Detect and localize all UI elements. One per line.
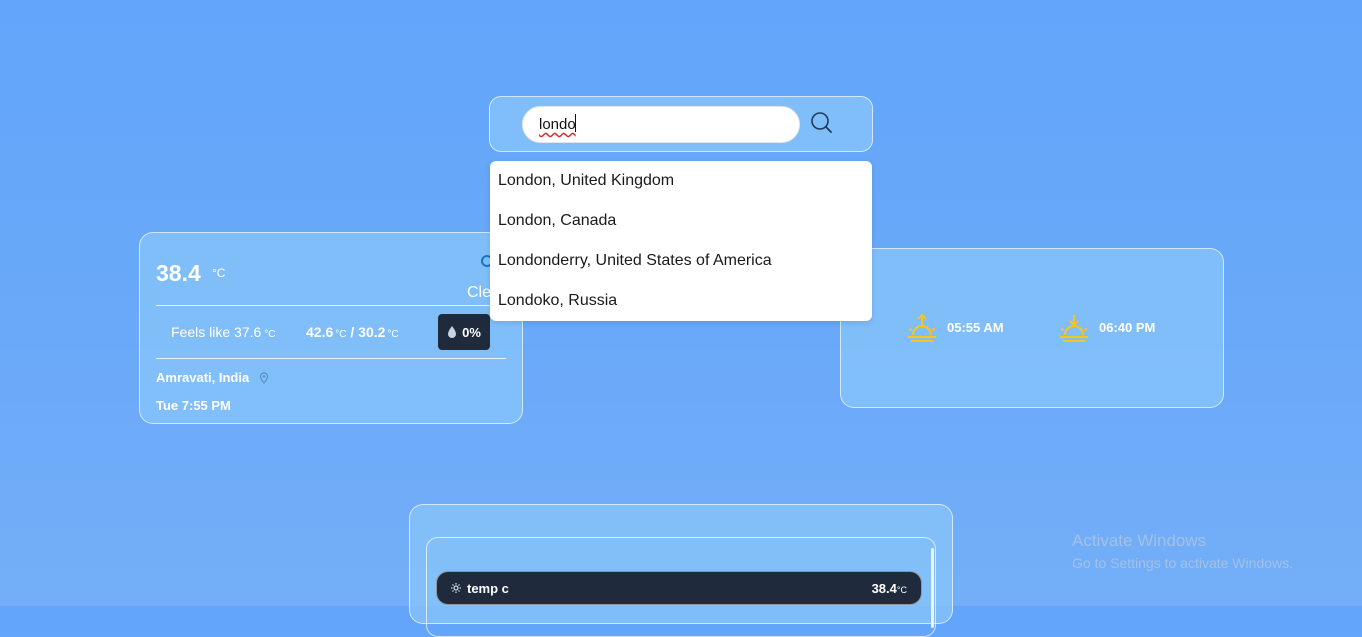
feels-like-unit: °C	[264, 329, 276, 340]
current-temperature: 38.4	[156, 260, 201, 286]
local-datetime: Tue 7:55 PM	[156, 398, 231, 413]
sun-times-card: 05:55 AM 06:40 PM	[840, 248, 1224, 408]
search-input[interactable]	[522, 106, 800, 143]
high-unit: °C	[335, 329, 347, 340]
suggestions-dropdown: London, United Kingdom London, Canada Lo…	[490, 161, 872, 321]
sun-small-icon	[451, 583, 461, 593]
sunset-icon	[1060, 315, 1088, 342]
hourly-row[interactable]: temp c 38.4°C	[436, 571, 922, 605]
hilo-separator: /	[350, 324, 355, 340]
suggestion-item[interactable]: London, United Kingdom	[490, 161, 872, 201]
activate-windows-subtitle: Go to Settings to activate Windows.	[1072, 555, 1293, 571]
current-weather-card: 38.4 °C Cle Feels like 37.6 °C 42.6 °C / 3…	[139, 232, 523, 424]
search-button[interactable]	[808, 109, 836, 137]
hourly-row-unit: °C	[896, 584, 907, 595]
scrollbar[interactable]	[931, 548, 934, 628]
high-low: 42.6 °C / 30.2 °C	[306, 324, 399, 340]
suggestion-item[interactable]: Londonderry, United States of America	[490, 241, 872, 281]
sunrise: 05:55 AM	[905, 311, 1004, 343]
feels-like: Feels like 37.6 °C	[171, 324, 276, 340]
hourly-row-value: 38.4	[871, 580, 897, 596]
feels-like-label: Feels like	[171, 324, 231, 340]
raindrop-icon	[448, 326, 457, 338]
sunrise-icon	[908, 313, 936, 342]
search-icon	[811, 112, 832, 133]
feels-like-value: 37.6	[234, 324, 262, 340]
location-pin-icon[interactable]	[259, 371, 269, 389]
hourly-list[interactable]: temp c 38.4°C	[426, 537, 936, 637]
suggestion-item[interactable]: Londoko, Russia	[490, 281, 872, 321]
divider	[156, 358, 506, 359]
hourly-row-label: temp c	[467, 580, 509, 596]
hourly-card: temp c 38.4°C	[409, 504, 953, 637]
search-panel: londo	[489, 96, 873, 152]
precipitation-badge: 0%	[438, 314, 490, 350]
location-name: Amravati, India	[156, 370, 250, 385]
high-temp: 42.6	[306, 324, 334, 340]
sunset: 06:40 PM	[1057, 311, 1155, 343]
activate-windows-title: Activate Windows	[1072, 531, 1207, 550]
sunrise-time: 05:55 AM	[947, 319, 1004, 335]
condition-text: Cle	[467, 284, 492, 301]
text-caret	[575, 114, 576, 132]
sunset-time: 06:40 PM	[1099, 319, 1156, 335]
precipitation-value: 0%	[462, 324, 481, 340]
low-temp: 30.2	[358, 324, 386, 340]
temperature-unit: °C	[212, 266, 226, 280]
suggestion-item[interactable]: London, Canada	[490, 201, 872, 241]
divider	[156, 305, 506, 306]
low-unit: °C	[387, 329, 399, 340]
